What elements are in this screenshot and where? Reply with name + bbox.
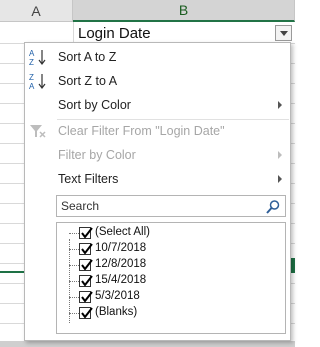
tree-line [69,297,79,298]
clear-filter-item[interactable]: Clear Filter From "Login Date" [25,119,290,143]
submenu-arrow-icon [278,175,282,183]
text-filters-label: Text Filters [58,172,119,186]
submenu-arrow-icon [278,101,282,109]
list-item[interactable]: 12/8/2018 [57,257,285,273]
horizontal-scrollbar[interactable] [0,341,295,347]
checkbox[interactable] [79,275,93,287]
column-a-label: A [31,2,41,19]
tree-line [69,313,79,314]
autofilter-menu: A Z Sort A to Z Z A Sort Z to A Sort by … [24,42,291,341]
list-item-label: 10/7/2018 [95,242,147,254]
filter-value-list: (Select All) 10/7/2018 12/8/2018 15/4/20… [56,222,286,334]
list-item-label: 5/3/2018 [95,290,140,302]
tree-line [69,249,79,250]
search-input[interactable]: Search [56,195,286,217]
text-filters-item[interactable]: Text Filters [25,167,290,191]
list-item-label: 15/4/2018 [95,274,147,286]
search-placeholder: Search [61,199,100,213]
sort-z-to-a-item[interactable]: Z A Sort Z to A [25,69,290,93]
clear-filter-icon [30,125,46,138]
sort-z-to-a-label: Sort Z to A [58,74,118,88]
sort-z-to-a-icon: Z A [29,73,46,90]
column-b-label: B [178,2,189,18]
list-item-label: 12/8/2018 [95,258,147,270]
list-item-select-all[interactable]: (Select All) [57,225,285,241]
list-item[interactable]: 5/3/2018 [57,289,285,305]
list-item-label: (Select All) [95,226,150,238]
tree-line [69,265,79,266]
svg-text:A: A [29,82,35,90]
tree-line [69,281,79,282]
filter-by-color-item[interactable]: Filter by Color [25,143,290,167]
column-header-b[interactable]: B [73,0,295,22]
sort-a-to-z-item[interactable]: A Z Sort A to Z [25,45,290,69]
search-icon[interactable] [265,199,281,215]
column-header-a[interactable]: A [0,0,73,22]
cell-b1[interactable]: Login Date [74,23,294,43]
checkbox[interactable] [79,259,93,271]
list-item[interactable]: 10/7/2018 [57,241,285,257]
sort-by-color-item[interactable]: Sort by Color [25,93,290,117]
submenu-arrow-icon [278,151,282,159]
checkbox[interactable] [79,243,93,255]
filter-dropdown-button[interactable] [275,25,292,41]
list-item-label: (Blanks) [95,306,138,318]
sort-a-to-z-label: Sort A to Z [58,50,117,64]
sort-by-color-label: Sort by Color [58,98,131,112]
clear-filter-label: Clear Filter From "Login Date" [58,124,225,138]
checkbox[interactable] [79,227,93,239]
dropdown-arrow-icon [279,30,288,36]
svg-text:Z: Z [29,73,34,82]
svg-text:Z: Z [29,58,34,66]
filter-by-color-label: Filter by Color [58,148,136,162]
selected-cell-edge [0,258,24,273]
list-item[interactable]: 15/4/2018 [57,273,285,289]
checkbox[interactable] [79,291,93,303]
svg-text:A: A [29,49,35,58]
sort-a-to-z-icon: A Z [29,49,46,66]
list-item[interactable]: (Blanks) [57,305,285,321]
checkbox[interactable] [79,307,93,319]
tree-line [69,233,79,234]
